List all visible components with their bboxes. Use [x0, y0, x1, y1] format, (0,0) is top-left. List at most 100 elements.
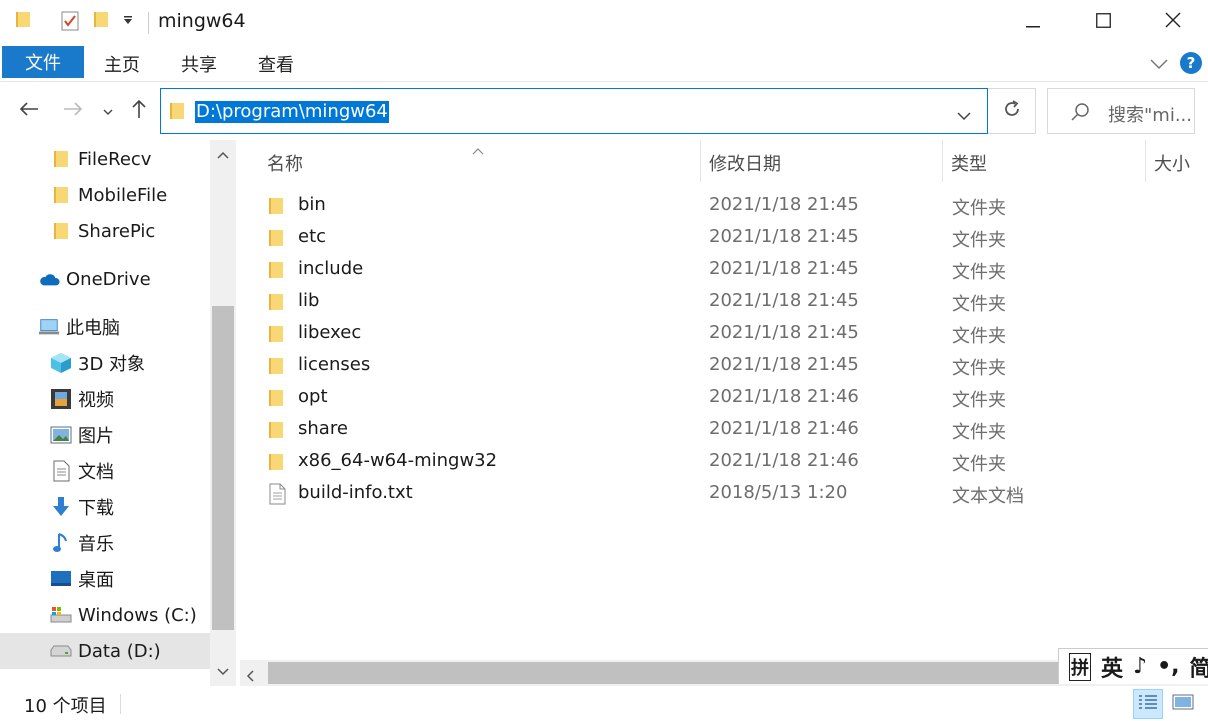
tab-home[interactable]: 主页	[104, 51, 140, 77]
table-row[interactable]: x86_64-w64-mingw32 2021/1/18 21:46 文件夹	[260, 446, 1180, 478]
folder-icon	[268, 261, 288, 279]
table-row[interactable]: etc 2021/1/18 21:45 文件夹	[260, 222, 1180, 254]
sidebar-item-sharepic[interactable]: SharePic	[0, 213, 210, 249]
arrow-right-icon	[63, 101, 83, 122]
sidebar-item-filerecv[interactable]: FileRecv	[0, 141, 210, 177]
customize-toolbar-icon[interactable]	[120, 14, 136, 26]
tab-file[interactable]: 文件	[2, 46, 84, 78]
column-header-name[interactable]: 名称	[267, 150, 303, 176]
sidebar-item-label: Windows (C:)	[78, 604, 197, 626]
table-row[interactable]: share 2021/1/18 21:46 文件夹	[260, 414, 1180, 446]
column-divider[interactable]	[1145, 140, 1146, 182]
text-file-icon	[268, 483, 288, 505]
file-type: 文件夹	[952, 454, 1006, 475]
column-header-type[interactable]: 类型	[951, 150, 987, 176]
ime-moon-icon[interactable]: ♪	[1133, 654, 1147, 679]
table-row[interactable]: libexec 2021/1/18 21:45 文件夹	[260, 318, 1180, 350]
table-row[interactable]: lib 2021/1/18 21:45 文件夹	[260, 286, 1180, 318]
sidebar-item-downloads[interactable]: 下载	[0, 489, 210, 525]
drive-icon	[50, 640, 72, 662]
search-box[interactable]: 搜索"mi...	[1047, 88, 1195, 134]
large-icons-view-icon	[1172, 694, 1194, 715]
column-divider[interactable]	[942, 140, 943, 182]
recent-locations-button[interactable]	[98, 98, 118, 124]
minimize-button[interactable]	[998, 0, 1068, 45]
folder-icon	[50, 148, 72, 170]
file-type: 文件夹	[952, 422, 1006, 443]
address-bar[interactable]: D:\program\mingw64	[160, 88, 988, 134]
file-modified: 2021/1/18 21:45	[709, 322, 859, 343]
up-button[interactable]	[126, 98, 152, 124]
scroll-down-icon[interactable]	[210, 659, 236, 685]
sidebar-scroll-thumb[interactable]	[212, 306, 234, 630]
computer-icon	[38, 316, 60, 338]
table-row[interactable]: build-info.txt 2018/5/13 1:20 文本文档	[260, 478, 1180, 510]
sidebar-item-label: SharePic	[78, 220, 156, 242]
horizontal-scroll-thumb[interactable]	[268, 662, 1068, 684]
table-row[interactable]: opt 2021/1/18 21:46 文件夹	[260, 382, 1180, 414]
file-name: build-info.txt	[298, 482, 413, 503]
sidebar-item-desktop[interactable]: 桌面	[0, 561, 210, 597]
tab-view[interactable]: 查看	[258, 51, 294, 77]
sidebar-item-3d-objects[interactable]: 3D 对象	[0, 345, 210, 381]
sidebar-item-label: 音乐	[78, 534, 114, 555]
sidebar-item-drive-d[interactable]: Data (D:)	[0, 633, 210, 669]
ime-english-button[interactable]: 英	[1101, 651, 1123, 683]
sidebar-scrollbar[interactable]	[210, 140, 236, 687]
file-modified: 2021/1/18 21:46	[709, 450, 859, 471]
address-path[interactable]: D:\program\mingw64	[195, 101, 389, 123]
status-separator	[120, 694, 121, 714]
sidebar-item-label: 桌面	[78, 570, 114, 591]
folder-icon	[268, 293, 288, 311]
maximize-icon	[1095, 12, 1111, 33]
scroll-left-icon[interactable]	[246, 667, 254, 687]
sidebar-item-this-pc[interactable]: 此电脑	[0, 309, 210, 345]
expand-ribbon-icon[interactable]	[1150, 55, 1168, 75]
folder-icon	[14, 10, 32, 28]
table-row[interactable]: bin 2021/1/18 21:45 文件夹	[260, 190, 1180, 222]
column-header-modified[interactable]: 修改日期	[709, 150, 781, 176]
document-icon	[50, 460, 72, 482]
new-folder-icon[interactable]	[92, 10, 110, 28]
sidebar-item-videos[interactable]: 视频	[0, 381, 210, 417]
forward-button[interactable]	[60, 98, 86, 124]
file-name: share	[298, 418, 348, 439]
sidebar-item-documents[interactable]: 文档	[0, 453, 210, 489]
column-divider[interactable]	[700, 140, 701, 182]
refresh-button[interactable]	[988, 88, 1036, 134]
large-icons-view-button[interactable]	[1168, 689, 1198, 719]
tab-share[interactable]: 共享	[181, 51, 217, 77]
sidebar-item-label: 文档	[78, 462, 114, 483]
folder-icon	[268, 389, 288, 407]
maximize-button[interactable]	[1068, 0, 1138, 45]
file-name: libexec	[298, 322, 362, 343]
details-view-button[interactable]	[1133, 689, 1163, 719]
table-row[interactable]: licenses 2021/1/18 21:45 文件夹	[260, 350, 1180, 382]
folder-icon	[268, 357, 288, 375]
sidebar-item-music[interactable]: 音乐	[0, 525, 210, 561]
scroll-up-icon[interactable]	[210, 142, 236, 168]
back-button[interactable]	[16, 98, 42, 124]
file-modified: 2021/1/18 21:46	[709, 386, 859, 407]
column-header-size[interactable]: 大小	[1154, 150, 1190, 176]
ime-simplified-button[interactable]: 简	[1189, 651, 1208, 683]
ime-punctuation-button[interactable]: •,	[1157, 654, 1179, 679]
table-row[interactable]: include 2021/1/18 21:45 文件夹	[260, 254, 1180, 286]
folder-icon	[169, 101, 185, 126]
sidebar-item-pictures[interactable]: 图片	[0, 417, 210, 453]
file-name: etc	[298, 226, 327, 247]
cube-icon	[50, 352, 72, 374]
folder-icon	[268, 453, 288, 471]
close-button[interactable]	[1138, 0, 1208, 45]
sidebar-item-drive-c[interactable]: Windows (C:)	[0, 597, 210, 633]
item-count: 10 个项目	[24, 696, 107, 717]
download-icon	[50, 496, 72, 518]
properties-icon[interactable]	[58, 10, 82, 32]
address-history-chevron-icon[interactable]	[957, 106, 971, 126]
sidebar-item-onedrive[interactable]: OneDrive	[0, 261, 210, 297]
help-icon[interactable]: ?	[1180, 52, 1202, 74]
sidebar-item-mobilefile[interactable]: MobileFile	[0, 177, 210, 213]
ime-pinyin-button[interactable]: 拼	[1069, 652, 1091, 681]
folder-icon	[50, 184, 72, 206]
file-modified: 2021/1/18 21:45	[709, 194, 859, 215]
